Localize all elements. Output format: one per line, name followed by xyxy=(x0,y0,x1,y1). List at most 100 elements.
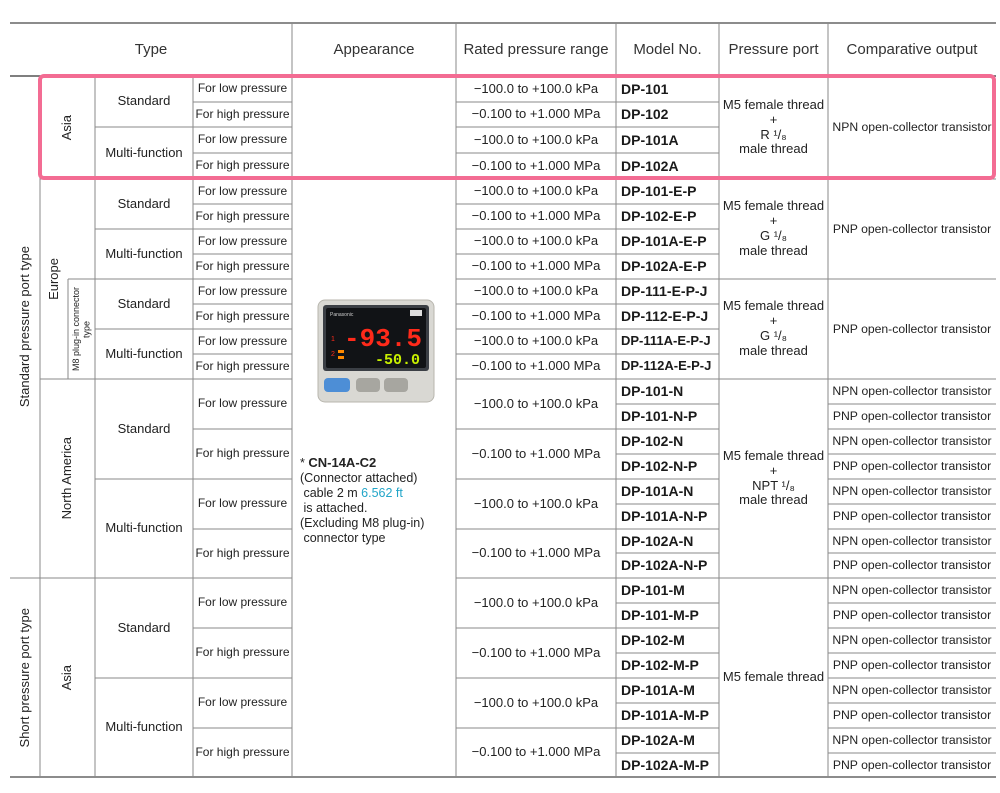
mode-button xyxy=(324,378,350,392)
model-cell: DP-101-N xyxy=(621,383,684,400)
output-cell: NPN open-collector transistor xyxy=(832,683,992,698)
indicator-1: 1 xyxy=(331,336,335,343)
output-cell: NPN open-collector transistor xyxy=(832,484,992,499)
model-cell: DP-101A-E-P xyxy=(621,233,707,250)
output-cell: NPN open-collector transistor xyxy=(832,583,992,598)
lcd-main-value: -93.5 xyxy=(344,324,422,354)
output-cell: PNP open-collector transistor xyxy=(832,221,992,236)
model-cell: DP-111A-E-P-J xyxy=(621,333,711,349)
label-high-pressure: For high pressure xyxy=(195,744,290,759)
label-low-pressure: For low pressure xyxy=(197,595,288,610)
port-m8: M5 female thread + G ¹/₈ male thread xyxy=(722,298,825,358)
model-cell: DP-102A-M-P xyxy=(621,756,709,773)
output-cell: PNP open-collector transistor xyxy=(832,658,992,673)
model-cell: DP-111-E-P-J xyxy=(621,283,708,300)
range-cell: −0.100 to +1.000 MPa xyxy=(471,208,601,224)
model-cell: DP-102-E-P xyxy=(621,208,697,225)
header-appearance: Appearance xyxy=(333,40,415,58)
label-low-pressure: For low pressure xyxy=(197,333,288,348)
output-cell: PNP open-collector transistor xyxy=(832,409,992,424)
output-cell: PNP open-collector transistor xyxy=(832,459,992,474)
model-cell: DP-101A-N xyxy=(621,483,694,500)
range-cell: −0.100 to +1.000 MPa xyxy=(471,744,601,760)
output-cell: NPN open-collector transistor xyxy=(832,434,992,449)
label-high-pressure: For high pressure xyxy=(195,208,290,223)
model-cell: DP-101A-M xyxy=(621,682,695,699)
label-standard: Standard xyxy=(117,195,171,211)
port-europe: M5 female thread + G ¹/₈ male thread xyxy=(722,198,825,258)
range-cell: −0.100 to +1.000 MPa xyxy=(471,644,601,660)
model-cell: DP-102A-M xyxy=(621,732,695,749)
range-cell: −100.0 to +100.0 kPa xyxy=(473,233,599,249)
model-cell: DP-102A-E-P xyxy=(621,258,707,275)
brand-label: Panasonic xyxy=(330,312,354,318)
model-cell: DP-101-M-P xyxy=(621,607,699,624)
model-cell: DP-102-N-P xyxy=(621,458,698,475)
model-cell: DP-102A-N-P xyxy=(621,557,708,574)
label-multi: Multi-function xyxy=(105,245,183,261)
indicator-2: 2 xyxy=(331,351,335,358)
range-cell: −0.100 to +1.000 MPa xyxy=(471,545,601,561)
model-cell: DP-102A-N xyxy=(621,532,694,549)
down-button xyxy=(356,378,380,392)
range-cell: −100.0 to +100.0 kPa xyxy=(473,333,599,349)
output-cell: PNP open-collector transistor xyxy=(832,321,992,336)
output-cell: NPN open-collector transistor xyxy=(832,533,992,548)
model-cell: DP-101A-M-P xyxy=(621,707,709,724)
lcd-sub-value: -50.0 xyxy=(375,352,420,369)
label-standard: Standard xyxy=(117,295,171,311)
label-low-pressure: For low pressure xyxy=(197,396,288,411)
label-low-pressure: For low pressure xyxy=(197,183,288,198)
port-north-america: M5 female thread + NPT ¹/₈ male thread xyxy=(722,447,825,508)
label-low-pressure: For low pressure xyxy=(197,233,288,248)
region-m8: M8 plug-in connector type xyxy=(71,286,92,372)
range-cell: −100.0 to +100.0 kPa xyxy=(473,395,599,411)
label-multi: Multi-function xyxy=(105,719,183,735)
header-rated-range: Rated pressure range xyxy=(463,40,609,58)
label-standard: Standard xyxy=(117,619,171,635)
label-low-pressure: For low pressure xyxy=(197,496,288,511)
range-cell: −100.0 to +100.0 kPa xyxy=(473,694,599,710)
model-cell: DP-101-M xyxy=(621,582,685,599)
port-short: M5 female thread xyxy=(722,669,825,685)
label-high-pressure: For high pressure xyxy=(195,446,290,461)
label-high-pressure: For high pressure xyxy=(195,308,290,323)
model-cell: DP-102-M xyxy=(621,632,685,649)
model-cell: DP-112A-E-P-J xyxy=(621,358,712,374)
header-model-no: Model No. xyxy=(633,40,702,58)
region-north-america: North America xyxy=(59,437,75,520)
range-cell: −100.0 to +100.0 kPa xyxy=(473,594,599,610)
range-cell: −100.0 to +100.0 kPa xyxy=(473,495,599,511)
group-short-port: Short pressure port type xyxy=(16,607,32,748)
region-asia-short: Asia xyxy=(59,664,75,691)
header-type: Type xyxy=(134,40,168,58)
output-cell: PNP open-collector transistor xyxy=(832,757,992,772)
connector-note: * CN-14A-C2 (Connector attached) cable 2… xyxy=(300,455,425,545)
range-cell: −0.100 to +1.000 MPa xyxy=(471,308,601,324)
label-low-pressure: For low pressure xyxy=(197,283,288,298)
range-cell: −100.0 to +100.0 kPa xyxy=(473,283,599,299)
model-cell: DP-101A-N-P xyxy=(621,508,708,525)
highlight-box xyxy=(38,74,996,180)
feet-value: 6.562 ft xyxy=(361,486,403,500)
label-low-pressure: For low pressure xyxy=(197,695,288,710)
output-cell: PNP open-collector transistor xyxy=(832,708,992,723)
model-cell: DP-112-E-P-J xyxy=(621,308,709,325)
pressure-sensor-image: Panasonic 1 2 -93.5 -50.0 xyxy=(317,299,435,403)
model-cell: DP-102-M-P xyxy=(621,657,699,674)
range-cell: −0.100 to +1.000 MPa xyxy=(471,258,601,274)
range-cell: −0.100 to +1.000 MPa xyxy=(471,358,601,374)
label-standard: Standard xyxy=(117,420,171,436)
header-output: Comparative output xyxy=(846,40,978,58)
range-cell: −0.100 to +1.000 MPa xyxy=(471,445,601,461)
model-cell: DP-102-N xyxy=(621,433,684,450)
label-multi: Multi-function xyxy=(105,520,183,536)
label-high-pressure: For high pressure xyxy=(195,545,290,560)
up-button xyxy=(384,378,408,392)
label-high-pressure: For high pressure xyxy=(195,258,290,273)
output-cell: NPN open-collector transistor xyxy=(832,384,992,399)
output-cell: PNP open-collector transistor xyxy=(832,509,992,524)
label-multi: Multi-function xyxy=(105,345,183,361)
output-cell: PNP open-collector transistor xyxy=(832,558,992,573)
range-cell: −100.0 to +100.0 kPa xyxy=(473,183,599,199)
